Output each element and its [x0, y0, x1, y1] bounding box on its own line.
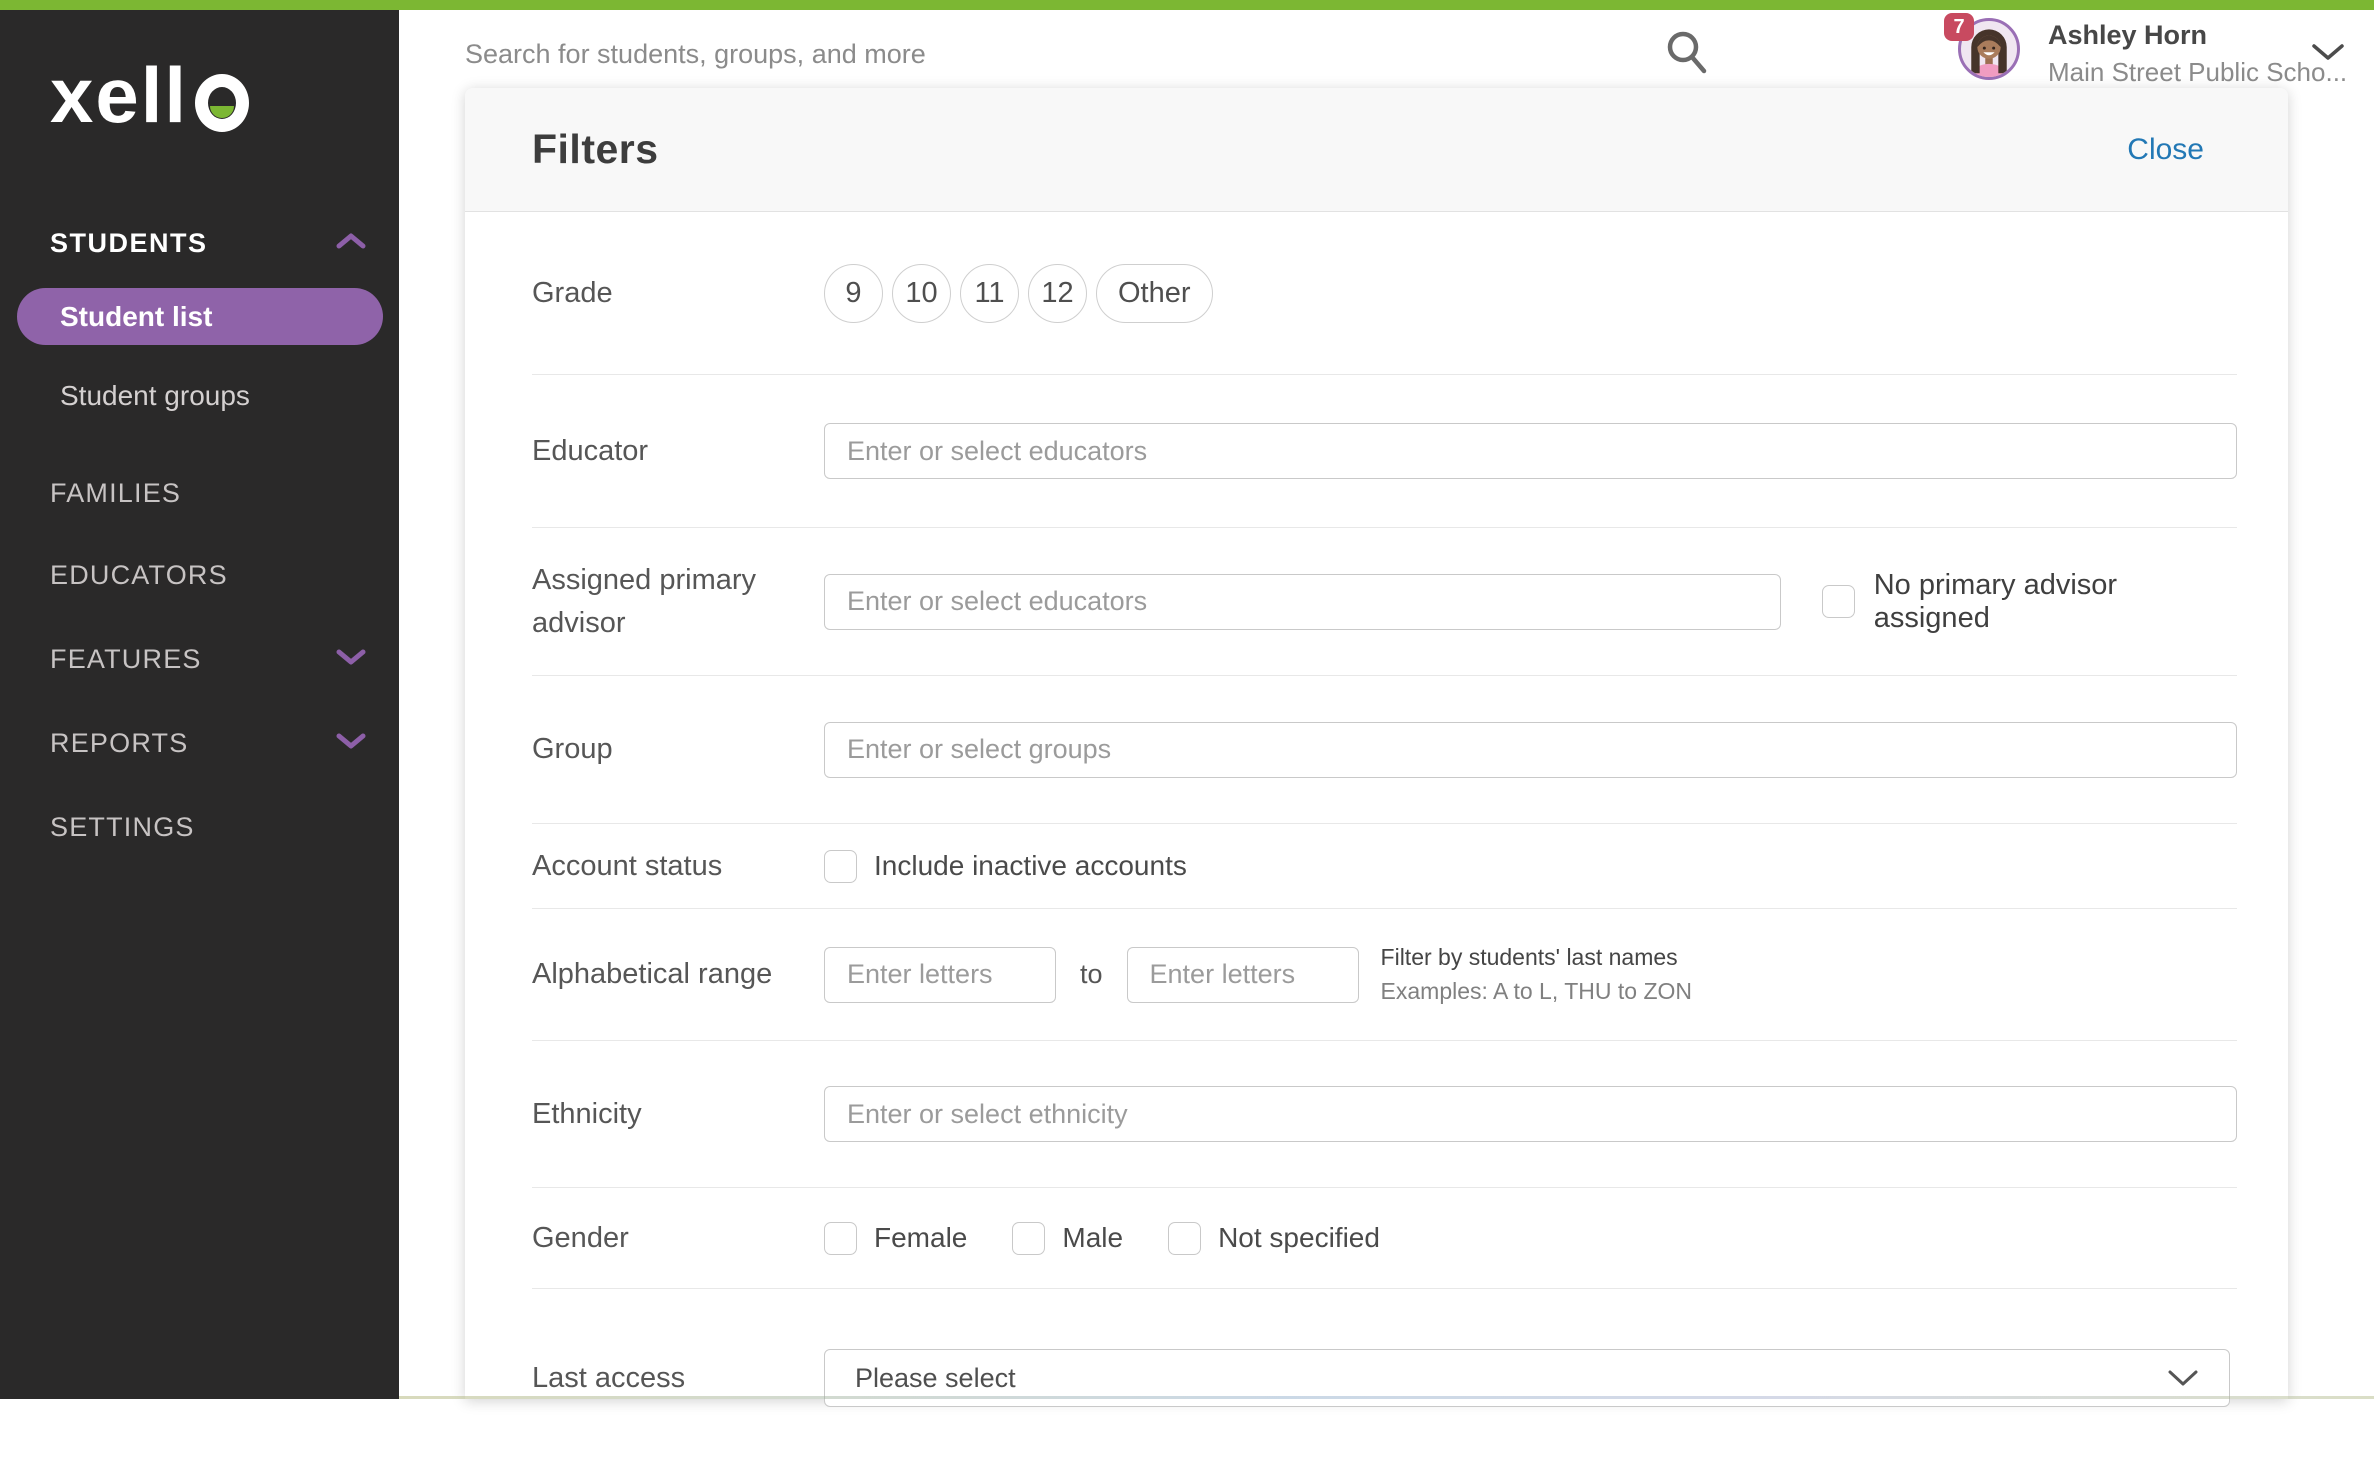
- no-advisor-check-group: No primary advisor assigned: [1822, 569, 2237, 635]
- sidebar-item-reports[interactable]: REPORTS: [50, 728, 188, 759]
- filter-row-ethnicity: Ethnicity: [532, 1041, 2237, 1188]
- last-access-label: Last access: [532, 1357, 824, 1399]
- filter-row-alphabetical-range: Alphabetical range to Filter by students…: [532, 909, 2237, 1041]
- filter-row-group: Group: [532, 676, 2237, 824]
- filter-row-account-status: Account status Include inactive accounts: [532, 824, 2237, 909]
- sidebar-item-label: Student list: [60, 301, 212, 333]
- sidebar-item-educators[interactable]: EDUCATORS: [50, 560, 228, 591]
- ethnicity-input[interactable]: [824, 1086, 2237, 1142]
- notification-badge[interactable]: 7: [1944, 13, 1974, 41]
- user-school: Main Street Public Scho...: [2048, 57, 2347, 88]
- gender-female-group: Female: [824, 1222, 967, 1255]
- sidebar-item-students[interactable]: STUDENTS: [50, 228, 208, 259]
- chevron-down-icon[interactable]: [336, 648, 366, 666]
- range-helper-text: Filter by students' last names Examples:…: [1381, 944, 1692, 1005]
- gender-label: Gender: [532, 1217, 824, 1259]
- grade-label: Grade: [532, 272, 824, 314]
- filter-row-gender: Gender Female Male Not specified: [532, 1188, 2237, 1289]
- sidebar: xell STUDENTS Student list Student group…: [0, 10, 399, 1399]
- account-status-label: Account status: [532, 845, 824, 887]
- educator-label: Educator: [532, 430, 824, 472]
- grade-9-button[interactable]: 9: [824, 264, 883, 323]
- grade-11-button[interactable]: 11: [960, 264, 1019, 323]
- logo-text: xell: [50, 56, 188, 134]
- ethnicity-label: Ethnicity: [532, 1093, 824, 1135]
- filter-row-last-access: Last access Please select: [532, 1289, 2237, 1467]
- brand-accent-strip: [0, 0, 2374, 10]
- close-button[interactable]: Close: [2127, 133, 2204, 167]
- user-name[interactable]: Ashley Horn: [2048, 20, 2207, 51]
- grade-options: 9 10 11 12 Other: [824, 264, 1213, 323]
- chevron-down-icon: [2167, 1369, 2199, 1387]
- no-advisor-checkbox-label: No primary advisor assigned: [1874, 569, 2237, 635]
- filters-panel: Filters Close Grade 9 10 11 12 Other Edu…: [465, 88, 2288, 1399]
- range-helper-title: Filter by students' last names: [1381, 944, 1692, 971]
- chevron-down-icon[interactable]: [2310, 42, 2346, 62]
- inactive-accounts-checkbox-label: Include inactive accounts: [874, 850, 1187, 882]
- gender-not-specified-label: Not specified: [1218, 1222, 1380, 1254]
- logo-o-smile-icon: [195, 74, 249, 132]
- range-to-input[interactable]: [1127, 947, 1359, 1003]
- filter-row-educator: Educator: [532, 375, 2237, 528]
- grade-other-button[interactable]: Other: [1096, 264, 1213, 323]
- gender-male-group: Male: [1012, 1222, 1123, 1255]
- no-advisor-checkbox[interactable]: [1822, 585, 1855, 618]
- gender-male-checkbox[interactable]: [1012, 1222, 1045, 1255]
- gender-not-specified-checkbox[interactable]: [1168, 1222, 1201, 1255]
- range-to-word: to: [1080, 959, 1103, 990]
- search-icon[interactable]: [1664, 29, 1712, 77]
- gender-female-checkbox[interactable]: [824, 1222, 857, 1255]
- search-input[interactable]: [465, 32, 1615, 76]
- gender-female-label: Female: [874, 1222, 967, 1254]
- range-from-input[interactable]: [824, 947, 1056, 1003]
- advisor-label: Assigned primary advisor: [532, 559, 824, 643]
- group-label: Group: [532, 728, 824, 770]
- chevron-down-icon[interactable]: [336, 732, 366, 750]
- sidebar-item-settings[interactable]: SETTINGS: [50, 812, 195, 843]
- inactive-accounts-checkbox[interactable]: [824, 850, 857, 883]
- sidebar-item-student-list[interactable]: Student list: [17, 288, 383, 345]
- gender-not-specified-group: Not specified: [1168, 1222, 1380, 1255]
- gender-male-label: Male: [1062, 1222, 1123, 1254]
- grade-10-button[interactable]: 10: [892, 264, 951, 323]
- group-input[interactable]: [824, 722, 2237, 778]
- page-title: Filters: [532, 126, 659, 173]
- grade-12-button[interactable]: 12: [1028, 264, 1087, 323]
- chevron-up-icon[interactable]: [336, 232, 366, 250]
- sidebar-item-families[interactable]: FAMILIES: [50, 478, 181, 509]
- filter-row-advisor: Assigned primary advisor No primary advi…: [532, 528, 2237, 676]
- advisor-input[interactable]: [824, 574, 1781, 630]
- range-helper-example: Examples: A to L, THU to ZON: [1381, 978, 1692, 1005]
- alphabetical-range-label: Alphabetical range: [532, 953, 824, 995]
- sidebar-item-student-groups[interactable]: Student groups: [60, 380, 250, 412]
- filters-panel-header: Filters Close: [465, 88, 2288, 212]
- educator-input[interactable]: [824, 423, 2237, 479]
- last-access-select-value: Please select: [855, 1363, 1016, 1394]
- filter-row-grade: Grade 9 10 11 12 Other: [532, 212, 2237, 375]
- xello-logo[interactable]: xell: [50, 56, 249, 134]
- sidebar-item-features[interactable]: FEATURES: [50, 644, 202, 675]
